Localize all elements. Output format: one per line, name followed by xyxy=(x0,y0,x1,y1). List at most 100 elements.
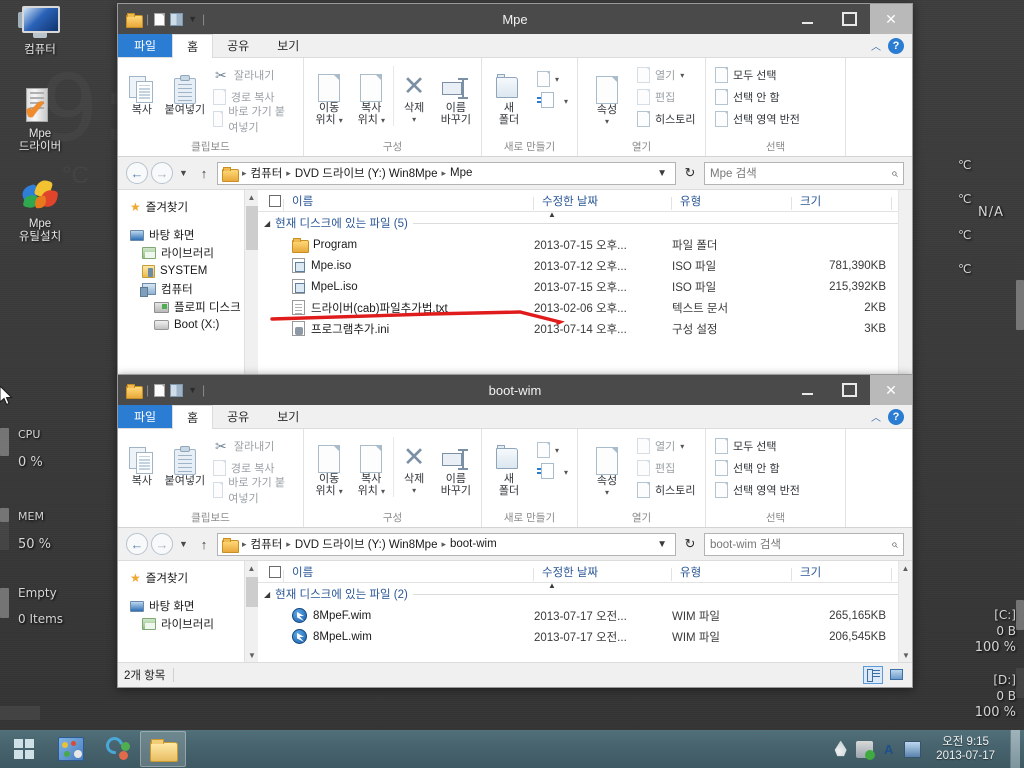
table-row[interactable]: 프로그램추가.ini 2013-07-14 오후... 구성 설정 3KB xyxy=(258,318,912,339)
nav-item-favorites[interactable]: ★ 즐겨찾기 xyxy=(118,198,258,216)
table-row[interactable]: Mpe.iso 2013-07-12 오후... ISO 파일 781,390K… xyxy=(258,255,912,276)
desktop-icon-computer[interactable]: 컴퓨터 xyxy=(0,4,80,57)
breadcrumb-item-dvd[interactable]: DVD 드라이브 (Y:) Win8Mpe xyxy=(295,165,438,181)
properties-icon[interactable] xyxy=(170,12,184,26)
breadcrumb-item-dvd[interactable]: DVD 드라이브 (Y:) Win8Mpe xyxy=(295,536,438,552)
navigation-pane[interactable]: ★ 즐겨찾기 바탕 화면 라이브러리 ▲ ▼ xyxy=(118,561,259,662)
help-icon[interactable]: ? xyxy=(888,408,904,425)
taskbar-item-explorer[interactable] xyxy=(140,731,186,767)
easy-access-button[interactable]: ▾ xyxy=(533,461,572,483)
column-type[interactable]: 유형 xyxy=(672,564,792,581)
ribbon[interactable]: 복사 붙여넣기 ✂ 잘라내기 경로 복사 바로 가기 붙여넣기 클립보드 이동 … xyxy=(118,58,912,157)
navpane-scrollbar[interactable]: ▲ ▼ xyxy=(244,561,259,662)
properties-button[interactable]: 속성 ▾ xyxy=(583,68,631,128)
address-bar[interactable]: ← → ▼ ↑ ▸ 컴퓨터 ▸ DVD 드라이브 (Y:) Win8Mpe ▸ … xyxy=(118,157,912,189)
scroll-up-icon[interactable]: ▲ xyxy=(245,190,258,204)
taskbar[interactable]: A 오전 9:15 2013-07-17 xyxy=(0,730,1024,768)
breadcrumb-dropdown-icon[interactable]: ▼ xyxy=(653,168,671,179)
select-none-button[interactable]: 선택 안 함 xyxy=(711,86,804,108)
ribbon[interactable]: 복사 붙여넣기 ✂ 잘라내기 경로 복사 바로 가기 붙여넣기 클립보드 이동 … xyxy=(118,429,912,528)
up-button[interactable]: ↑ xyxy=(194,533,214,555)
file-group-header[interactable]: ◢ 현재 디스크에 있는 파일 (5) xyxy=(258,212,912,234)
window-controls[interactable]: ✕ xyxy=(786,375,912,405)
delete-button[interactable]: ✕ 삭제 ▾ xyxy=(393,437,433,497)
breadcrumb[interactable]: ▸ 컴퓨터 ▸ DVD 드라이브 (Y:) Win8Mpe ▸ Mpe ▼ xyxy=(217,161,676,185)
back-button[interactable]: ← xyxy=(126,533,148,555)
collapse-ribbon-icon[interactable]: ︿ xyxy=(871,409,881,424)
ribbon-tabbar[interactable]: 파일 홈 공유 보기 ︿ ? xyxy=(118,405,912,429)
breadcrumb-dropdown-icon[interactable]: ▼ xyxy=(653,539,671,550)
show-desktop-button[interactable] xyxy=(1010,730,1020,768)
ime-korean-icon[interactable]: A xyxy=(880,741,897,758)
copy-button[interactable]: 복사 xyxy=(123,68,161,116)
taskbar-item-driver[interactable] xyxy=(94,731,140,767)
refresh-button[interactable]: ↻ xyxy=(679,162,701,185)
desktop-icon-mpe-util[interactable]: Mpe 유틸설치 xyxy=(0,178,80,244)
column-size[interactable]: 크기 xyxy=(792,564,892,581)
nav-item-libraries[interactable]: 라이브러리 xyxy=(118,244,258,262)
file-group-header[interactable]: ◢ 현재 디스크에 있는 파일 (2) xyxy=(258,583,912,605)
explorer-folder-icon[interactable] xyxy=(126,383,143,399)
table-row[interactable]: Program 2013-07-15 오후... 파일 폴더 xyxy=(258,234,912,255)
maximize-button[interactable] xyxy=(828,375,870,405)
table-row[interactable]: 8MpeL.wim 2013-07-17 오전... WIM 파일 206,54… xyxy=(258,626,912,647)
maximize-button[interactable] xyxy=(828,4,870,34)
paste-button[interactable]: 붙여넣기 xyxy=(163,68,207,116)
new-folder-button[interactable]: 새 폴더 xyxy=(487,437,531,497)
tab-file[interactable]: 파일 xyxy=(118,405,173,428)
explorer-folder-icon[interactable] xyxy=(126,12,143,28)
file-list[interactable]: 이름 수정한 날짜 유형 크기 ▲ ◢ 현재 디스크에 있는 파일 (2) 8M… xyxy=(258,561,912,662)
tab-home[interactable]: 홈 xyxy=(172,34,214,58)
scrollbar-thumb[interactable] xyxy=(246,577,258,607)
copy-to-button[interactable]: 복사 위치 ▾ xyxy=(351,437,391,498)
tab-file[interactable]: 파일 xyxy=(118,34,173,57)
nav-item-floppy[interactable]: 플로피 디스크 xyxy=(118,298,258,316)
nav-item-desktop[interactable]: 바탕 화면 xyxy=(118,597,258,615)
scroll-down-icon[interactable]: ▼ xyxy=(899,648,912,662)
new-file-icon[interactable] xyxy=(154,383,166,397)
column-name[interactable]: 이름 xyxy=(284,564,534,581)
display-settings-icon[interactable] xyxy=(904,740,922,758)
select-none-button[interactable]: 선택 안 함 xyxy=(711,457,804,479)
cut-button[interactable]: ✂ 잘라내기 xyxy=(209,64,298,86)
new-item-button[interactable]: ▾ xyxy=(533,68,572,90)
usb-safe-remove-icon[interactable] xyxy=(856,740,876,760)
properties-icon[interactable] xyxy=(170,383,184,397)
scroll-up-icon[interactable]: ▲ xyxy=(899,561,912,575)
file-list[interactable]: 이름 수정한 날짜 유형 크기 ▲ ◢ 현재 디스크에 있는 파일 (5) Pr… xyxy=(258,190,912,398)
navpane-scrollbar[interactable]: ▲ xyxy=(244,190,258,398)
breadcrumb-item-computer[interactable]: 컴퓨터 xyxy=(251,536,283,552)
move-to-button[interactable]: 이동 위치 ▾ xyxy=(309,437,349,498)
edit-button[interactable]: 편집 xyxy=(633,86,699,108)
minimize-button[interactable] xyxy=(786,375,828,405)
tab-view[interactable]: 보기 xyxy=(263,405,313,428)
close-button[interactable]: ✕ xyxy=(870,4,912,34)
up-button[interactable]: ↑ xyxy=(194,162,214,184)
quick-access-toolbar[interactable]: | ▼ | xyxy=(118,383,205,399)
open-button[interactable]: 열기 ▾ xyxy=(633,64,699,86)
explorer-window-bootwim[interactable]: | ▼ | boot-wim ✕ 파일 홈 공유 보기 ︿ ? 복사 붙여넣기 … xyxy=(117,374,913,688)
nav-item-libraries[interactable]: 라이브러리 xyxy=(118,615,258,633)
column-date[interactable]: 수정한 날짜 xyxy=(534,564,672,581)
tab-view[interactable]: 보기 xyxy=(263,34,313,57)
recent-locations-icon[interactable]: ▼ xyxy=(176,162,191,184)
chevron-down-icon[interactable]: ◢ xyxy=(264,219,270,228)
copy-to-button[interactable]: 복사 위치 ▾ xyxy=(351,66,391,127)
breadcrumb-item-current[interactable]: boot-wim xyxy=(450,538,497,550)
chevron-down-icon[interactable]: ▼ xyxy=(188,385,197,395)
address-bar[interactable]: ← → ▼ ↑ ▸ 컴퓨터 ▸ DVD 드라이브 (Y:) Win8Mpe ▸ … xyxy=(118,528,912,560)
tab-home[interactable]: 홈 xyxy=(172,405,214,429)
help-icon[interactable]: ? xyxy=(888,37,904,54)
breadcrumb-item-current[interactable]: Mpe xyxy=(450,167,472,179)
search-input[interactable]: Mpe 검색 ⌕ xyxy=(704,161,904,185)
history-button[interactable]: 히스토리 xyxy=(633,108,699,130)
cut-button[interactable]: ✂ 잘라내기 xyxy=(209,435,298,457)
edit-button[interactable]: 편집 xyxy=(633,457,699,479)
explorer-window-mpe[interactable]: | ▼ | Mpe ✕ 파일 홈 공유 보기 ︿ ? 복사 붙여넣기 ✂ 잘라내… xyxy=(117,3,913,398)
rename-button[interactable]: 이름 바꾸기 xyxy=(436,437,476,497)
scroll-down-icon[interactable]: ▼ xyxy=(245,648,259,662)
chevron-down-icon[interactable]: ▼ xyxy=(188,14,197,24)
recent-locations-icon[interactable]: ▼ xyxy=(176,533,191,555)
desktop-icon-mpe-driver[interactable]: ✔ Mpe 드라이버 xyxy=(0,88,80,154)
tab-share[interactable]: 공유 xyxy=(213,405,263,428)
